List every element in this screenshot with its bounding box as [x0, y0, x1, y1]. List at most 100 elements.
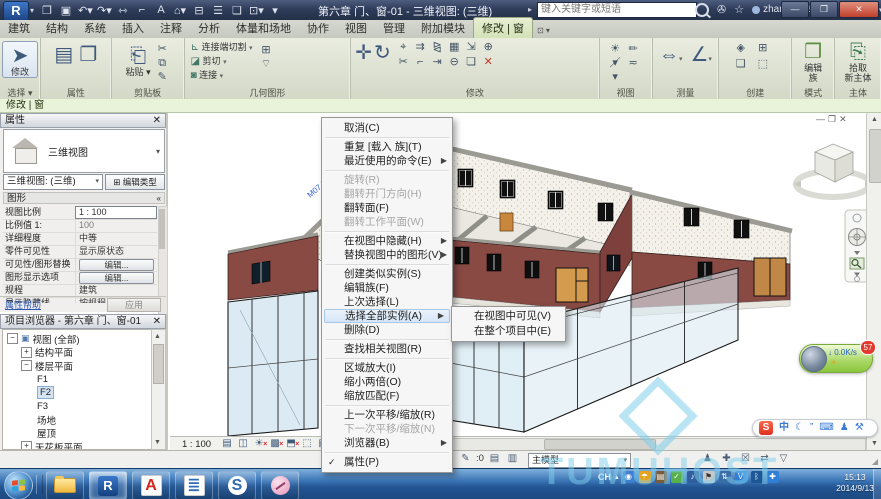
menu-hide-in-view[interactable]: 在视图中隐藏(H)▶: [322, 234, 452, 248]
detail-level-icon[interactable]: ▤: [220, 438, 234, 450]
tree-item-f2-selected[interactable]: F2: [7, 386, 157, 400]
override-graphics-icon[interactable]: ✏: [626, 42, 641, 56]
menu-flip-facing[interactable]: 翻转面(F): [322, 201, 452, 215]
default-3d-view-icon[interactable]: ⌂▾: [173, 4, 187, 17]
tab-architecture[interactable]: 建筑: [0, 18, 38, 38]
sogou-logo-icon[interactable]: S: [759, 421, 773, 435]
delete-icon[interactable]: ✕: [481, 55, 496, 69]
open-icon[interactable]: ❐: [40, 4, 54, 17]
tab-analyze[interactable]: 分析: [190, 18, 228, 38]
close-browser-icon[interactable]: ✕: [153, 315, 161, 328]
tab-systems[interactable]: 系统: [76, 18, 114, 38]
join-geometry-button[interactable]: ◙ 连接 ▾: [191, 69, 253, 83]
tray-icon-7[interactable]: ⇅: [719, 471, 731, 483]
create-assembly-icon[interactable]: ❑: [733, 57, 748, 71]
menu-delete[interactable]: 删除(D): [322, 323, 452, 337]
tray-icon-2[interactable]: ☂: [639, 471, 651, 483]
taskbar-s-browser-button[interactable]: S: [218, 471, 256, 499]
linework-icon[interactable]: ／▾: [608, 56, 623, 70]
unpin-icon[interactable]: ⊖: [447, 55, 462, 69]
redo-icon[interactable]: ↷▾: [97, 4, 111, 17]
worksets-icon[interactable]: ▤: [487, 452, 502, 465]
copy-modify-icon[interactable]: ❏: [464, 55, 479, 69]
close-properties-icon[interactable]: ✕: [153, 114, 161, 127]
submenu-visible-in-view[interactable]: 在视图中可见(V): [452, 309, 565, 324]
mirror-icon[interactable]: ⧎: [430, 40, 445, 54]
thin-lines-icon[interactable]: ☰: [211, 4, 225, 17]
collapse-section-icon[interactable]: «: [157, 193, 161, 203]
search-icon[interactable]: [695, 3, 709, 17]
customize-qat-icon[interactable]: ▾: [268, 4, 282, 17]
scroll-down-icon[interactable]: ▼: [152, 437, 163, 448]
align-icon[interactable]: ⌖: [396, 40, 411, 54]
sun-path-icon[interactable]: ☀×: [252, 438, 266, 450]
scale-icon[interactable]: ⇲: [464, 40, 479, 54]
scroll-down-icon[interactable]: ▼: [869, 438, 880, 449]
tab-view[interactable]: 视图: [337, 18, 375, 38]
switch-windows-icon[interactable]: ⊡▾: [249, 4, 263, 17]
properties-icon[interactable]: ▤: [54, 44, 73, 66]
speed-ball-widget[interactable]: ↓ 0.0K/s ☀ 57: [799, 344, 873, 373]
language-indicator[interactable]: CH: [598, 472, 611, 482]
pin-icon[interactable]: ⊕: [481, 40, 496, 54]
tray-icon-6[interactable]: ⚑: [703, 471, 715, 483]
cut-icon[interactable]: ✂: [155, 42, 170, 56]
taskbar-clock[interactable]: 15:13 2014/9/13: [832, 472, 878, 494]
ribbon-display-toggle-icon[interactable]: ⊡ ▾: [537, 26, 550, 38]
taskbar-snip-tool-button[interactable]: [261, 471, 299, 499]
tab-manage[interactable]: 管理: [375, 18, 413, 38]
design-option-select[interactable]: 主模型▾: [528, 453, 631, 468]
wall-joins-icon[interactable]: ⌔: [259, 57, 274, 71]
select-pinned-icon[interactable]: ✚: [719, 452, 734, 465]
browser-scrollbar[interactable]: ▲ ▼: [151, 329, 166, 450]
tab-modify-window-active[interactable]: 修改 | 窗: [473, 17, 533, 38]
show-hidden-icons[interactable]: ▴: [615, 473, 619, 481]
menu-select-all-instances[interactable]: 选择全部实例(A)▶: [324, 309, 450, 323]
tray-icon-1[interactable]: ◉: [623, 471, 635, 483]
menu-edit-family[interactable]: 编辑族(F): [322, 281, 452, 295]
create-similar-icon[interactable]: ⊞: [755, 41, 770, 55]
exclude-options-icon[interactable]: ☒: [738, 452, 753, 465]
create-group-icon[interactable]: ◈: [733, 41, 748, 55]
menu-override-graphics[interactable]: 替换视图中的图形(V)▶: [322, 248, 452, 262]
fullhalf-moon-icon[interactable]: ☾: [795, 420, 804, 436]
menu-zoom-region[interactable]: 区域放大(I): [322, 361, 452, 375]
tab-massing-site[interactable]: 体量和场地: [228, 18, 299, 38]
panel-label-select[interactable]: 选择 ▾: [0, 87, 40, 99]
prop-row-scale-value[interactable]: 比例值 1: 100: [3, 219, 157, 233]
minimize-button[interactable]: —: [781, 1, 809, 18]
split-icon[interactable]: ✂: [396, 55, 411, 69]
favorites-star-icon[interactable]: ☆: [734, 3, 744, 16]
tree-item-site[interactable]: 场地: [7, 413, 157, 427]
display-icon[interactable]: ≂: [626, 56, 641, 70]
type-selector-chevron-icon[interactable]: ▾: [156, 147, 160, 156]
view-scale-button[interactable]: 1 : 100: [182, 439, 211, 450]
tree-node-floor-plans[interactable]: − 楼层平面: [7, 359, 157, 373]
view-restore-icon[interactable]: ❐: [828, 114, 836, 125]
measure-between-icon[interactable]: ⇔▾: [659, 44, 683, 71]
infocenter-toggle-icon[interactable]: ▸: [528, 5, 532, 14]
menu-repeat[interactable]: 重复 [载入 族](T): [322, 140, 452, 154]
view-close-icon[interactable]: ✕: [839, 114, 847, 125]
measure-icon[interactable]: ⇿: [116, 4, 130, 17]
close-hidden-windows-icon[interactable]: ❏: [230, 4, 244, 17]
apply-button[interactable]: 应用: [107, 298, 161, 312]
prop-row-view-scale[interactable]: 视图比例 1 : 100: [3, 206, 157, 220]
beam-handles-icon[interactable]: ⊞: [259, 43, 274, 57]
tray-icon-10[interactable]: ✚: [767, 471, 779, 483]
prop-row-detail-level[interactable]: 详细程度 中等: [3, 232, 157, 246]
submenu-in-entire-project[interactable]: 在整个项目中(E): [452, 324, 565, 339]
vertical-scrollbar[interactable]: ▲ ▼: [866, 113, 881, 450]
punctuation-icon[interactable]: ”: [810, 420, 813, 436]
cope-button[interactable]: ⊾ 连接端切割 ▾: [191, 41, 253, 55]
menu-zoom-to-fit[interactable]: 缩放匹配(F): [322, 389, 452, 403]
copy-icon[interactable]: ⧉: [155, 56, 170, 70]
crop-view-icon[interactable]: ⬚: [300, 438, 314, 450]
input-method-toolbar[interactable]: S 中 ☾ ” ⌨ ♟ ⚒: [752, 419, 878, 437]
tab-annotate[interactable]: 注释: [152, 18, 190, 38]
properties-help-link[interactable]: 属性帮助: [5, 298, 41, 311]
tree-node-ceiling-plans[interactable]: + 天花板平面: [7, 440, 157, 450]
tab-structure[interactable]: 结构: [38, 18, 76, 38]
expand-icon[interactable]: +: [21, 441, 32, 450]
menu-zoom-out[interactable]: 缩小两倍(O): [322, 375, 452, 389]
